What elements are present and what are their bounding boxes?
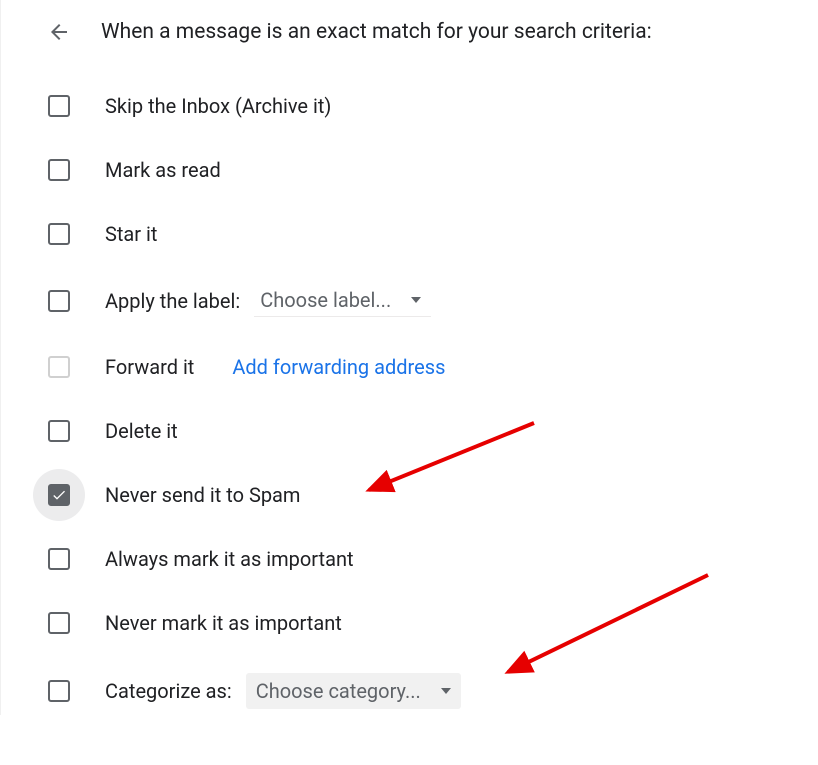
label-apply-label: Apply the label: — [105, 289, 240, 313]
label-delete-it: Delete it — [105, 419, 178, 443]
dropdown-choose-label[interactable]: Choose label... — [254, 284, 431, 317]
back-arrow-icon[interactable] — [47, 20, 71, 44]
label-forward-it: Forward it — [105, 355, 194, 379]
label-star-it: Star it — [105, 222, 157, 246]
label-skip-inbox: Skip the Inbox (Archive it) — [105, 94, 331, 118]
checkbox-star-it[interactable] — [47, 222, 71, 246]
label-always-important: Always mark it as important — [105, 547, 354, 571]
label-categorize: Categorize as: — [105, 679, 232, 703]
link-add-forwarding[interactable]: Add forwarding address — [232, 355, 445, 379]
checkbox-never-important[interactable] — [47, 611, 71, 635]
label-mark-read: Mark as read — [105, 158, 221, 182]
checkbox-mark-read[interactable] — [47, 158, 71, 182]
checkbox-delete-it[interactable] — [47, 419, 71, 443]
dropdown-choose-category-text: Choose category... — [256, 679, 421, 703]
page-title: When a message is an exact match for you… — [101, 20, 652, 44]
checkbox-apply-label[interactable] — [47, 289, 71, 313]
chevron-down-icon — [441, 688, 451, 694]
label-never-important: Never mark it as important — [105, 611, 342, 635]
checkbox-skip-inbox[interactable] — [47, 94, 71, 118]
checkbox-never-spam[interactable] — [47, 483, 71, 507]
dropdown-choose-category[interactable]: Choose category... — [246, 673, 461, 709]
dropdown-choose-label-text: Choose label... — [260, 288, 391, 312]
checkbox-always-important[interactable] — [47, 547, 71, 571]
checkbox-forward-it[interactable] — [47, 355, 71, 379]
label-never-spam: Never send it to Spam — [105, 483, 300, 507]
chevron-down-icon — [411, 297, 421, 303]
checkbox-categorize[interactable] — [47, 679, 71, 703]
